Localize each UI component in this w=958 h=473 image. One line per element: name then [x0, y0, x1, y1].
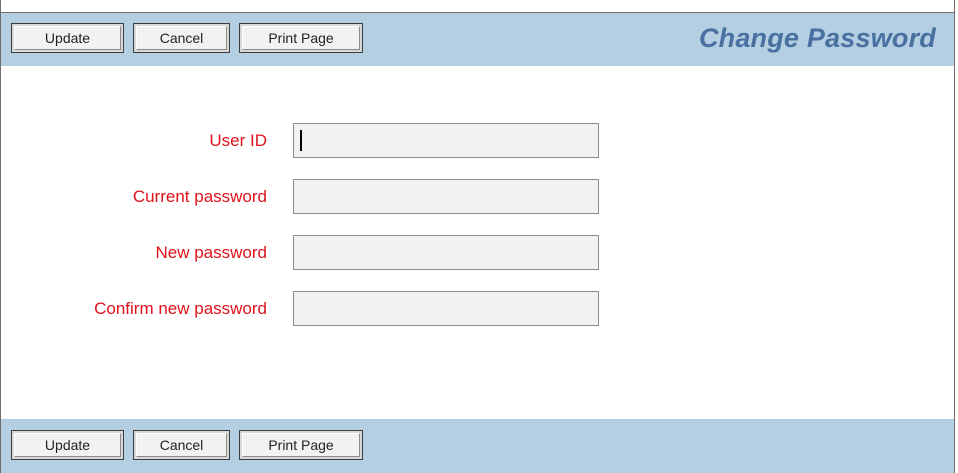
new-password-row: New password: [1, 235, 954, 271]
current-password-label: Current password: [132, 187, 267, 206]
cancel-button[interactable]: Cancel: [136, 26, 227, 50]
bottom-toolbar: Update Cancel Print Page: [1, 419, 954, 473]
update-button[interactable]: Update: [14, 26, 121, 50]
change-password-panel: Update Cancel Print Page Change Password…: [0, 0, 955, 473]
current-password-input[interactable]: [293, 179, 599, 214]
text-cursor: [300, 130, 302, 151]
print-page-button-bottom[interactable]: Print Page: [242, 433, 360, 457]
update-button-frame: Update: [11, 430, 124, 460]
update-button-bottom[interactable]: Update: [14, 433, 121, 457]
user-id-row: User ID: [1, 123, 954, 159]
user-id-label: User ID: [209, 131, 267, 150]
print-page-button-frame: Print Page: [239, 430, 363, 460]
current-password-row: Current password: [1, 179, 954, 215]
print-page-button-frame: Print Page: [239, 23, 363, 53]
print-page-button[interactable]: Print Page: [242, 26, 360, 50]
top-toolbar: Update Cancel Print Page Change Password: [1, 12, 954, 66]
cancel-button-frame: Cancel: [133, 430, 230, 460]
cancel-button-bottom[interactable]: Cancel: [136, 433, 227, 457]
cancel-button-frame: Cancel: [133, 23, 230, 53]
new-password-input[interactable]: [293, 235, 599, 270]
confirm-password-label: Confirm new password: [94, 299, 267, 318]
update-button-frame: Update: [11, 23, 124, 53]
new-password-label: New password: [155, 243, 268, 262]
confirm-password-row: Confirm new password: [1, 291, 954, 327]
confirm-password-input[interactable]: [293, 291, 599, 326]
user-id-input[interactable]: [293, 123, 599, 158]
page-title: Change Password: [698, 23, 936, 53]
